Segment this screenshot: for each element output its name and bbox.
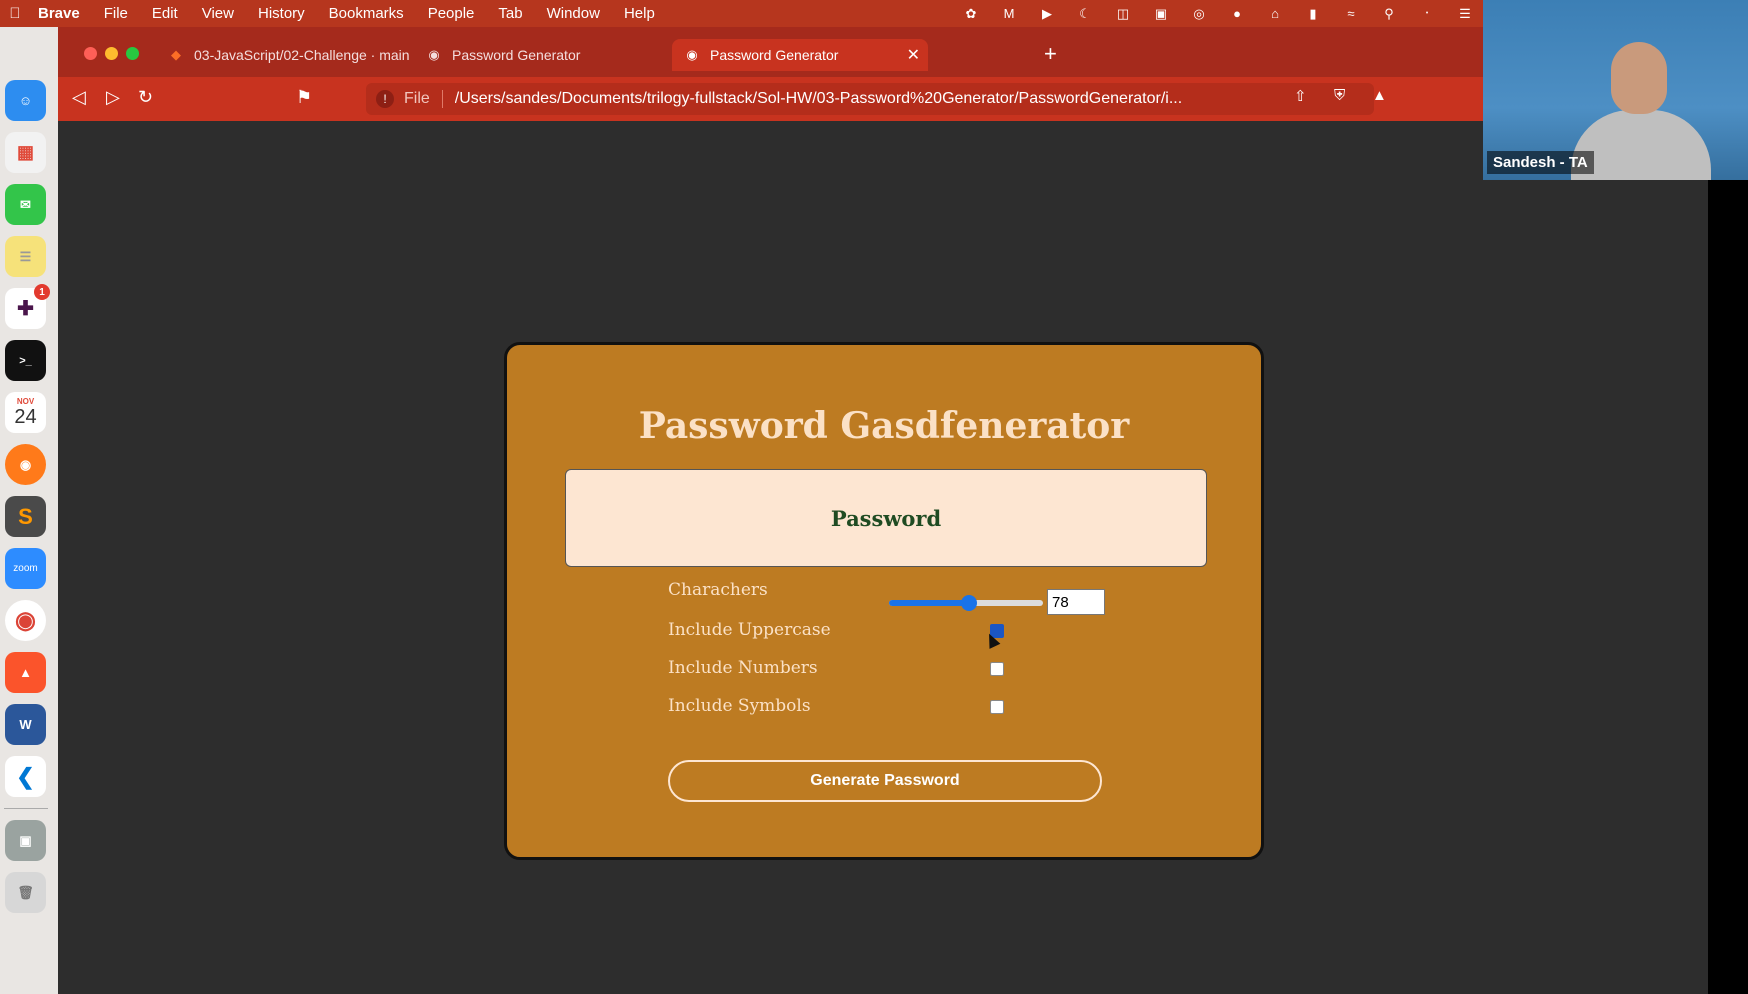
- play-icon[interactable]: ▶: [1037, 6, 1057, 22]
- split-icon[interactable]: ◫: [1113, 6, 1133, 22]
- password-display[interactable]: Password: [565, 469, 1207, 567]
- control-center-icon[interactable]: ☰: [1455, 6, 1475, 22]
- screen-edge: [1708, 180, 1748, 994]
- calendar-month: NOV: [16, 396, 35, 406]
- moon-icon[interactable]: ☾: [1075, 6, 1095, 22]
- terminal-icon[interactable]: >_: [5, 340, 46, 381]
- zoom-icon[interactable]: zoom: [5, 548, 46, 589]
- numbers-checkbox[interactable]: [990, 662, 1004, 676]
- menu-window[interactable]: Window: [535, 5, 612, 22]
- maximize-window-button[interactable]: [126, 47, 139, 60]
- airdrop-icon[interactable]: ✿: [961, 6, 981, 22]
- webcam-overlay: Sandesh - TA: [1483, 0, 1748, 180]
- sublime-icon[interactable]: S: [5, 496, 46, 537]
- bookmark-icon[interactable]: ⚑: [296, 87, 312, 108]
- network-icon[interactable]: ⌂: [1265, 6, 1285, 21]
- preview-icon[interactable]: ▣: [5, 820, 46, 861]
- background-area: [1483, 180, 1708, 994]
- password-generator-card: Password Gasdfenerator Password Charache…: [504, 342, 1264, 860]
- macos-menu-bar:  Brave File Edit View History Bookmarks…: [0, 0, 1483, 27]
- brave-shields-icon[interactable]: ⛨: [1334, 87, 1345, 104]
- chrome-icon[interactable]: ◉: [5, 600, 46, 641]
- page-title: Password Gasdfenerator: [638, 405, 1130, 447]
- symbols-label: Include Symbols: [668, 696, 811, 716]
- numbers-label: Include Numbers: [668, 658, 818, 678]
- tab-password-generator-1[interactable]: ◉ Password Generator: [414, 39, 654, 71]
- battery-icon[interactable]: ▮: [1303, 6, 1323, 22]
- slack-icon[interactable]: ✚ 1: [5, 284, 50, 329]
- gitlab-icon: ◆: [171, 47, 181, 62]
- close-window-button[interactable]: [84, 47, 97, 60]
- menu-people[interactable]: People: [416, 5, 487, 22]
- menu-edit[interactable]: Edit: [140, 5, 190, 22]
- person-head: [1611, 42, 1667, 114]
- globe-icon: ◉: [686, 47, 698, 62]
- uppercase-label: Include Uppercase: [668, 620, 831, 640]
- bluetooth-icon[interactable]: ᛫: [1417, 6, 1437, 21]
- tab-title: 03-JavaScript/02-Challenge · main: [194, 47, 410, 63]
- tab-gitlab[interactable]: ◆ 03-JavaScript/02-Challenge · main: [156, 39, 410, 71]
- record-icon[interactable]: ●: [1227, 6, 1247, 21]
- m-icon[interactable]: ▣: [1151, 6, 1171, 22]
- calendar-icon[interactable]: NOV 24: [5, 392, 46, 433]
- apple-icon[interactable]: : [4, 5, 26, 22]
- reload-button[interactable]: ↻: [138, 87, 153, 108]
- finder-icon[interactable]: ☺: [5, 80, 46, 121]
- brave-icon[interactable]: ▲: [5, 652, 46, 693]
- slider-fill: [889, 600, 970, 606]
- browser-toolbar: ◁ ▷ ↻ ⚑ ! File /Users/sandes/Documents/t…: [58, 77, 1483, 121]
- menu-bookmarks[interactable]: Bookmarks: [317, 5, 416, 22]
- macos-dock: ☺ ▦ ✉ ☰ ✚ 1 >_ NOV 24 ◉ S zoom ◉ ▲ W ❮ ▣…: [0, 27, 58, 994]
- search-icon[interactable]: ⚲: [1379, 6, 1399, 22]
- menu-help[interactable]: Help: [612, 5, 667, 22]
- share-icon[interactable]: ⇧: [1294, 87, 1307, 105]
- password-placeholder: Password: [830, 505, 942, 531]
- m-app-icon[interactable]: M: [999, 6, 1019, 21]
- tab-password-generator-active[interactable]: ◉ Password Generator ✕: [672, 39, 928, 71]
- back-button[interactable]: ◁: [72, 87, 86, 108]
- menubar-status-area: ✿ M ▶ ☾ ◫ ▣ ◎ ● ⌂ ▮ ≈ ⚲ ᛫ ☰: [961, 0, 1475, 27]
- firefox-icon[interactable]: ◉: [5, 444, 46, 485]
- generate-password-button[interactable]: Generate Password: [668, 760, 1102, 802]
- forward-button[interactable]: ▷: [106, 87, 120, 108]
- airplay-icon[interactable]: ◎: [1189, 6, 1209, 22]
- menu-view[interactable]: View: [190, 5, 246, 22]
- url-text[interactable]: /Users/sandes/Documents/trilogy-fullstac…: [455, 90, 1275, 108]
- close-tab-icon[interactable]: ✕: [907, 45, 920, 65]
- menu-tab[interactable]: Tab: [486, 5, 534, 22]
- word-icon[interactable]: W: [5, 704, 46, 745]
- slack-badge: 1: [34, 284, 50, 300]
- globe-icon: ◉: [428, 47, 440, 62]
- launchpad-icon[interactable]: ▦: [5, 132, 46, 173]
- new-tab-button[interactable]: +: [1044, 41, 1057, 67]
- zoom-label: zoom: [13, 563, 38, 574]
- brave-rewards-icon[interactable]: ▲: [1372, 87, 1387, 104]
- menu-app-name[interactable]: Brave: [26, 5, 92, 22]
- minimize-window-button[interactable]: [105, 47, 118, 60]
- tab-title: Password Generator: [710, 47, 839, 63]
- address-bar[interactable]: ! File /Users/sandes/Documents/trilogy-f…: [366, 83, 1374, 115]
- menu-file[interactable]: File: [92, 5, 140, 22]
- menu-history[interactable]: History: [246, 5, 317, 22]
- url-scheme: File: [404, 90, 443, 108]
- symbols-checkbox[interactable]: [990, 700, 1004, 714]
- characters-input[interactable]: 78: [1047, 589, 1105, 615]
- wifi-icon[interactable]: ≈: [1341, 6, 1361, 21]
- slider-thumb[interactable]: [961, 595, 978, 611]
- messages-icon[interactable]: ✉: [5, 184, 46, 225]
- info-icon[interactable]: !: [376, 90, 394, 108]
- characters-slider[interactable]: [889, 595, 1043, 611]
- calendar-day: 24: [14, 405, 37, 428]
- vscode-icon[interactable]: ❮: [5, 756, 46, 797]
- trash-icon[interactable]: 🗑: [5, 872, 46, 913]
- dock-separator: [4, 808, 48, 809]
- notes-icon[interactable]: ☰: [5, 236, 46, 277]
- participant-name: Sandesh - TA: [1487, 151, 1594, 174]
- characters-label: Charachers: [668, 580, 768, 600]
- tab-title: Password Generator: [452, 47, 581, 63]
